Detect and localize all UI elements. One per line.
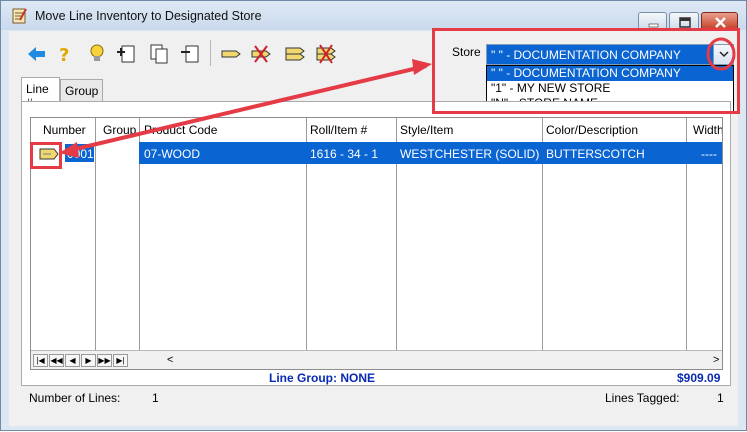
annotation-arrows — [59, 37, 736, 158]
annotation-arrowhead-left — [59, 142, 79, 158]
annotation-arrowhead-right — [412, 59, 432, 75]
annotation-arrow-line — [66, 64, 427, 153]
main-window: Move Line Inventory to Designated Store … — [0, 0, 747, 431]
annotation-circle — [706, 37, 736, 71]
